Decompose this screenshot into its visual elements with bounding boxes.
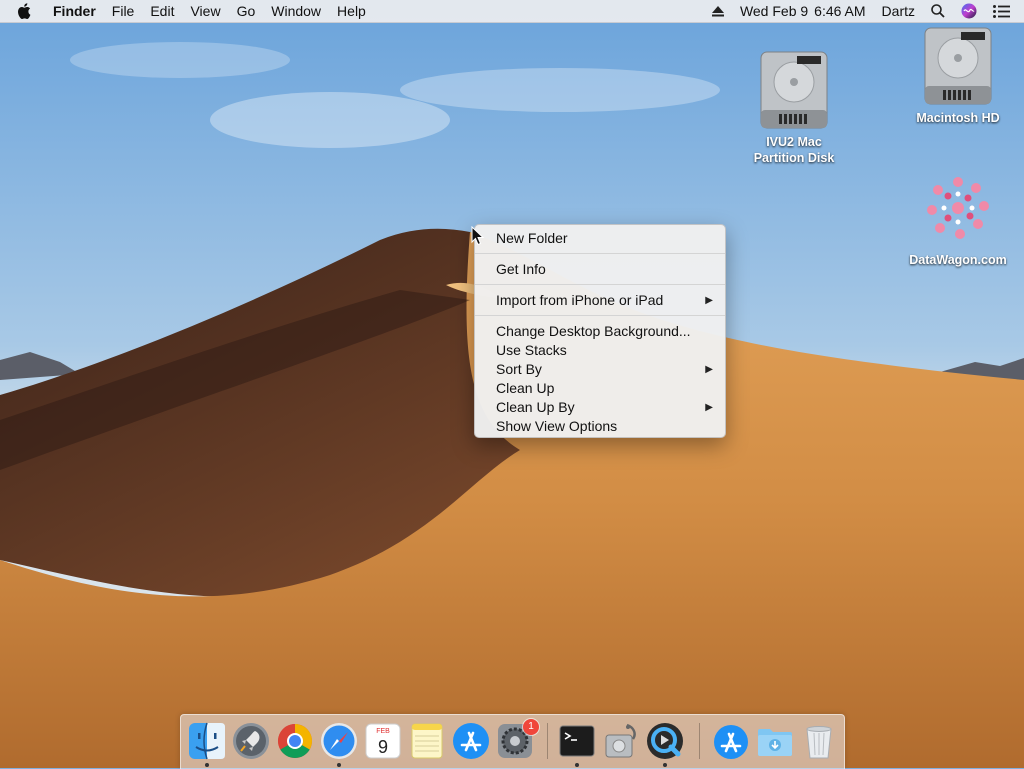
menu-item-label: Import from iPhone or iPad xyxy=(496,292,664,308)
submenu-arrow-icon: ▶ xyxy=(705,364,713,375)
menu-item-clean-up[interactable]: Clean Up xyxy=(475,379,725,398)
dock-divider xyxy=(547,723,548,759)
menu-edit[interactable]: Edit xyxy=(142,0,182,22)
menu-item-label: Clean Up xyxy=(496,380,555,396)
mouse-pointer-icon xyxy=(471,226,485,246)
hard-disk-icon xyxy=(918,26,998,106)
menu-file[interactable]: File xyxy=(104,0,143,22)
dock-safari-icon[interactable] xyxy=(319,721,359,761)
desktop-icon-label: IVU2 Mac Partition Disk xyxy=(753,135,835,165)
running-indicator xyxy=(575,763,579,767)
menu-item-label: Change Desktop Background... xyxy=(496,323,691,339)
menu-item-label: Sort By xyxy=(496,361,542,377)
desktop-icon-macintosh-hd[interactable]: Macintosh HD xyxy=(908,26,1008,126)
menu-item-label: Clean Up By xyxy=(496,399,575,415)
desktop-context-menu: New Folder Get Info Import from iPhone o… xyxy=(474,224,726,438)
submenu-arrow-icon: ▶ xyxy=(705,295,713,306)
desktop-icon-ivu2-partition[interactable]: IVU2 Mac Partition Disk xyxy=(744,50,844,166)
running-indicator xyxy=(205,763,209,767)
dock-launchpad-icon[interactable] xyxy=(231,721,271,761)
menu-item-label: New Folder xyxy=(496,230,568,246)
calendar-month: FEB xyxy=(376,728,390,735)
eject-icon[interactable] xyxy=(704,0,732,22)
dock-chrome-icon[interactable] xyxy=(275,721,315,761)
dock-applications-folder-icon[interactable] xyxy=(711,721,751,761)
running-indicator xyxy=(337,763,341,767)
clock-time: 6:46 AM xyxy=(814,3,866,19)
menu-bar: Finder File Edit View Go Window Help Wed… xyxy=(0,0,1024,23)
menu-item-change-desktop-background[interactable]: Change Desktop Background... xyxy=(475,322,725,341)
dock-finder-icon[interactable] xyxy=(187,721,227,761)
menu-separator xyxy=(475,284,725,285)
desktop-icon-datawagon[interactable]: DataWagon.com xyxy=(908,168,1008,268)
menu-separator xyxy=(475,315,725,316)
menu-item-get-info[interactable]: Get Info xyxy=(475,260,725,279)
dock-quicktime-icon[interactable] xyxy=(645,721,685,761)
menu-help[interactable]: Help xyxy=(329,0,374,22)
menu-item-sort-by[interactable]: Sort By ▶ xyxy=(475,360,725,379)
menu-item-new-folder[interactable]: New Folder xyxy=(475,229,725,248)
menu-item-show-view-options[interactable]: Show View Options xyxy=(475,417,725,436)
running-indicator xyxy=(663,763,667,767)
dock-terminal-icon[interactable] xyxy=(557,721,597,761)
notification-center-icon[interactable] xyxy=(985,0,1024,22)
hard-disk-icon xyxy=(754,50,834,130)
menu-view[interactable]: View xyxy=(182,0,228,22)
menu-item-import-from-iphone[interactable]: Import from iPhone or iPad ▶ xyxy=(475,291,725,310)
menu-app-finder[interactable]: Finder xyxy=(53,0,104,22)
siri-icon[interactable] xyxy=(953,0,985,22)
calendar-day: 9 xyxy=(378,737,388,757)
menu-window[interactable]: Window xyxy=(263,0,329,22)
dock-app-store-icon[interactable] xyxy=(451,721,491,761)
dock-notes-icon[interactable] xyxy=(407,721,447,761)
notification-badge: 1 xyxy=(523,719,539,735)
menu-item-label: Use Stacks xyxy=(496,342,567,358)
datawagon-logo-icon xyxy=(918,168,998,248)
menubar-clock[interactable]: Wed Feb 9 6:46 AM xyxy=(732,0,874,22)
desktop-icon-label: DataWagon.com xyxy=(909,253,1007,267)
desktop-icon-label: Macintosh HD xyxy=(916,111,1000,125)
dock-calendar-icon[interactable]: FEB 9 xyxy=(363,721,403,761)
menu-item-clean-up-by[interactable]: Clean Up By ▶ xyxy=(475,398,725,417)
dock: FEB 9 1 xyxy=(180,714,845,769)
apple-menu-icon[interactable] xyxy=(17,3,39,19)
spotlight-search-icon[interactable] xyxy=(923,0,953,22)
menu-item-label: Show View Options xyxy=(496,418,618,434)
dock-disk-utility-icon[interactable] xyxy=(601,721,641,761)
submenu-arrow-icon: ▶ xyxy=(705,402,713,413)
dock-divider xyxy=(699,723,700,759)
menu-item-label: Get Info xyxy=(496,261,546,277)
menu-separator xyxy=(475,253,725,254)
dock-downloads-folder-icon[interactable] xyxy=(755,721,795,761)
clock-day: Wed Feb 9 xyxy=(739,3,809,19)
menu-item-use-stacks[interactable]: Use Stacks xyxy=(475,341,725,360)
user-name[interactable]: Dartz xyxy=(874,0,923,22)
menu-go[interactable]: Go xyxy=(229,0,264,22)
dock-trash-icon[interactable] xyxy=(799,721,839,761)
